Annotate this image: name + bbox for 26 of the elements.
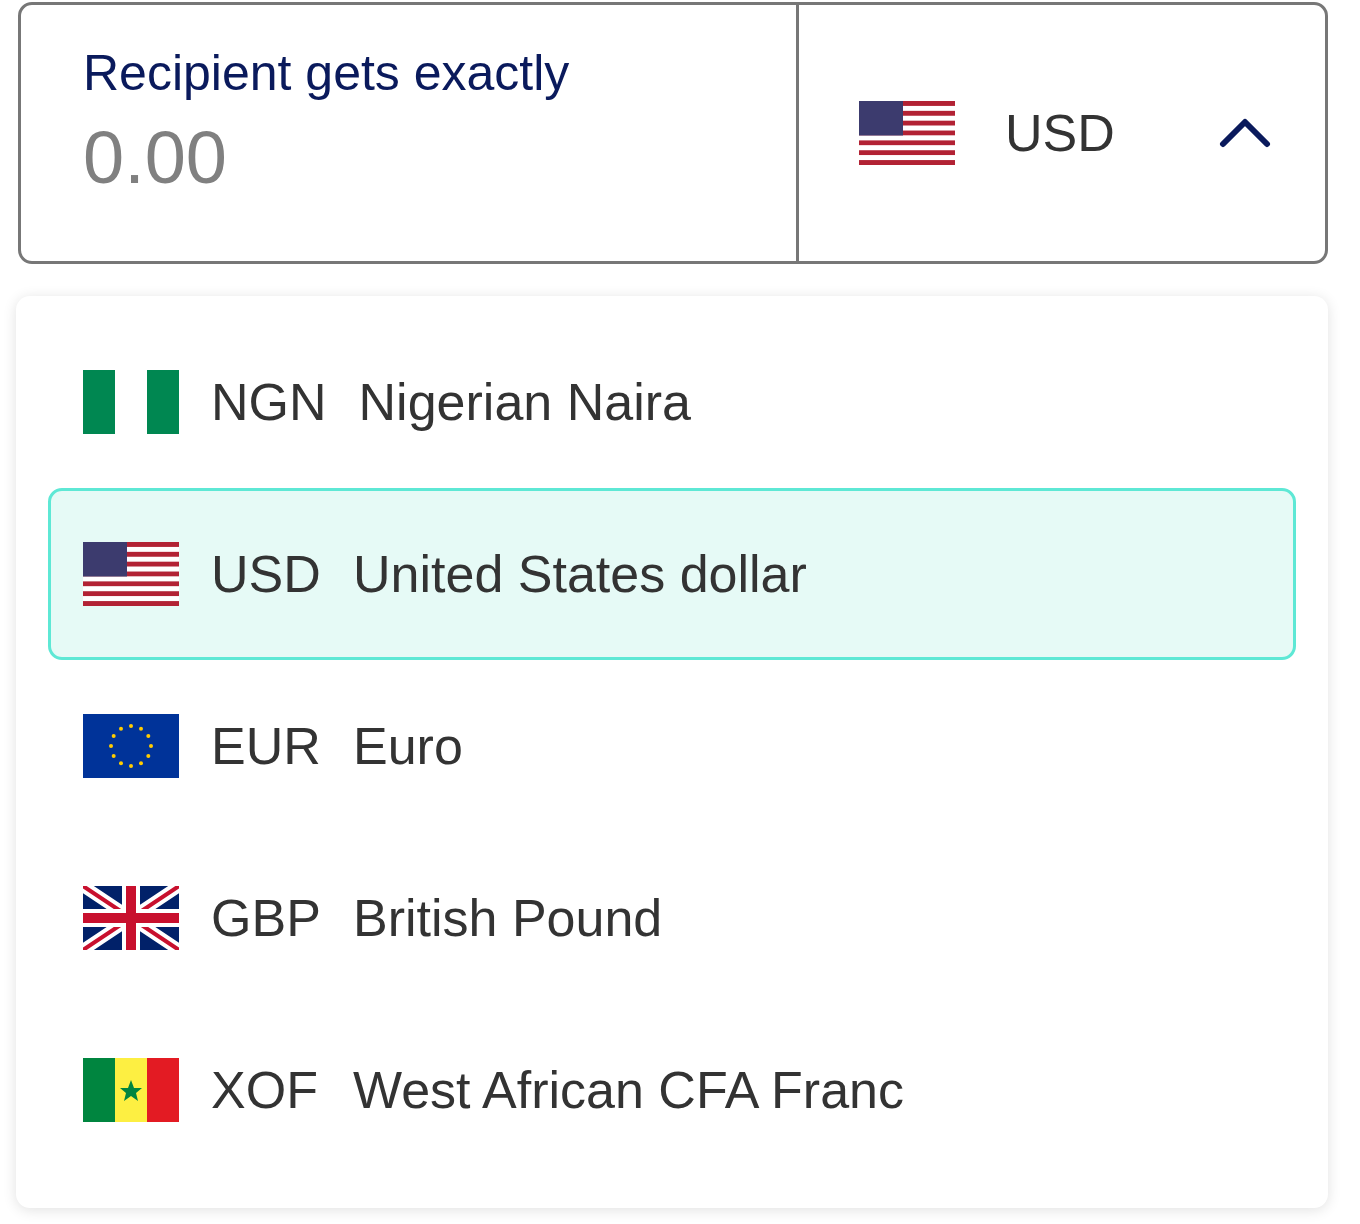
currency-option[interactable]: XOF West African CFA Franc <box>48 1004 1296 1176</box>
currency-code: NGN <box>211 372 327 432</box>
currency-name: British Pound <box>353 888 663 948</box>
currency-code: EUR <box>211 716 321 776</box>
flag-icon <box>83 370 179 434</box>
currency-option[interactable]: USD United States dollar <box>48 488 1296 660</box>
currency-option[interactable]: GBP British Pound <box>48 832 1296 1004</box>
currency-code: USD <box>1005 103 1115 163</box>
currency-name: West African CFA Franc <box>353 1060 904 1120</box>
currency-option[interactable]: NGN Nigerian Naira <box>48 316 1296 488</box>
flag-icon <box>859 101 955 165</box>
field-label: Recipient gets exactly <box>83 44 571 103</box>
currency-name: Euro <box>353 716 463 776</box>
currency-code: XOF <box>211 1060 319 1120</box>
currency-code: USD <box>211 544 321 604</box>
flag-icon <box>83 714 179 778</box>
currency-option[interactable]: EUR Euro <box>48 660 1296 832</box>
chevron-icon <box>1218 118 1271 148</box>
flag-icon <box>83 1058 179 1122</box>
currency-code: GBP <box>211 888 321 948</box>
currency-select[interactable]: USD <box>799 5 1325 261</box>
flag-icon <box>83 886 179 950</box>
currency-name: Nigerian Naira <box>358 372 691 432</box>
flag-icon <box>83 542 179 606</box>
currency-name: United States dollar <box>353 544 807 604</box>
amount-input[interactable]: 0.00 <box>83 115 683 200</box>
